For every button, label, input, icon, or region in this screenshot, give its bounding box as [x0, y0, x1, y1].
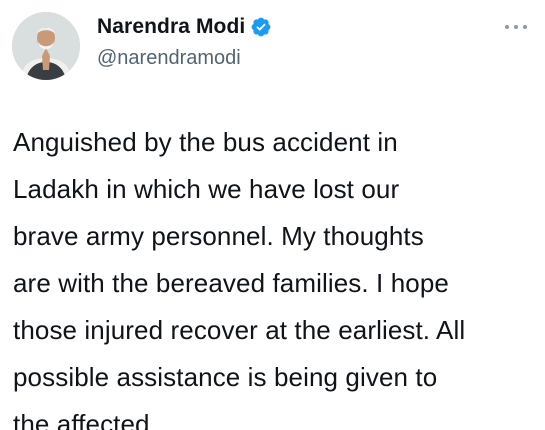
tweet-card: Narendra Modi @narendramodi Anguished by… — [0, 0, 545, 430]
tweet-text-line: Ladakh in which we have lost our — [13, 174, 400, 204]
profile-avatar[interactable] — [12, 12, 80, 80]
tweet-text-line: Anguished by the bus accident in — [13, 127, 398, 157]
more-options-icon[interactable] — [503, 20, 529, 34]
tweet-text-line: those injured recover at the earliest. A… — [13, 315, 466, 345]
name-row: Narendra Modi — [97, 12, 272, 42]
verified-badge-icon — [250, 16, 272, 38]
tweet-text: Anguished by the bus accident in Ladakh … — [13, 119, 533, 430]
tweet-text-line: are with the bereaved families. I hope — [13, 268, 449, 298]
author-handle[interactable]: @narendramodi — [97, 47, 272, 70]
author-info: Narendra Modi @narendramodi — [97, 12, 272, 70]
tweet-text-line: possible assistance is being given to — [13, 362, 438, 392]
tweet-text-line: the affected. — [13, 409, 157, 430]
tweet-text-line: brave army personnel. My thoughts — [13, 221, 424, 251]
author-display-name[interactable]: Narendra Modi — [97, 15, 245, 39]
avatar-image — [12, 12, 80, 80]
